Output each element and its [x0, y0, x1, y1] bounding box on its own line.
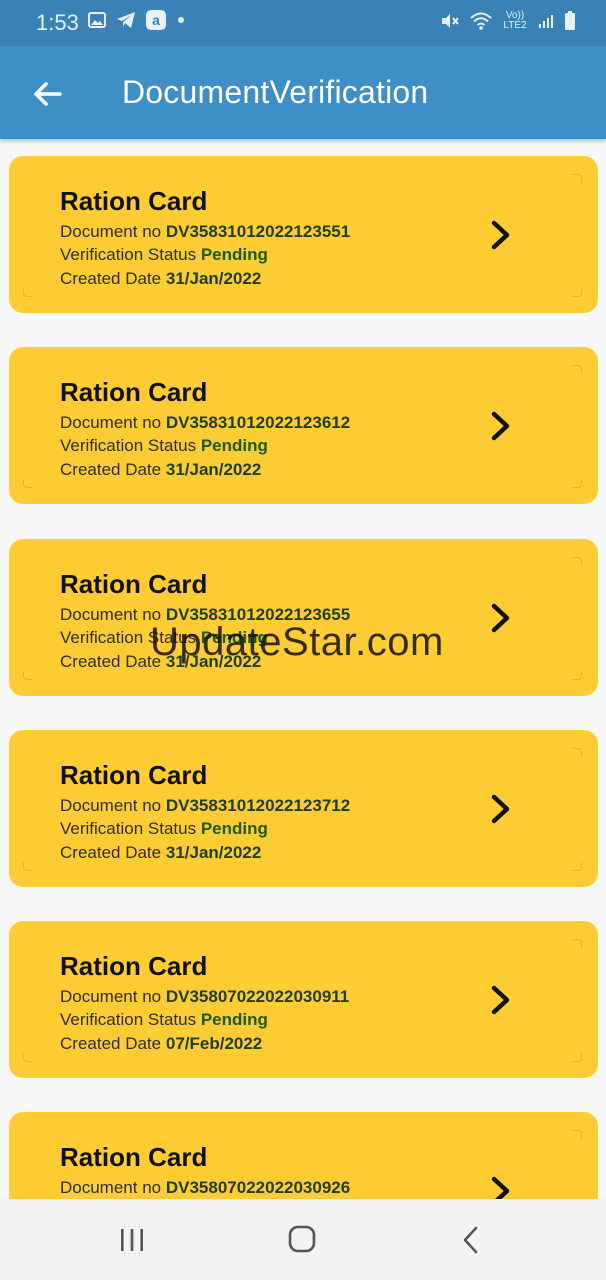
card-title: Ration Card [60, 1142, 208, 1172]
card-corner-decoration [23, 862, 32, 871]
created-date-row: Created Date 31/Jan/2022 [60, 652, 262, 671]
card-corner-decoration [573, 671, 582, 680]
verification-status-row: Verification Status Pending [60, 1010, 268, 1029]
card-title: Ration Card [60, 186, 208, 216]
svg-text:a: a [152, 12, 160, 28]
chevron-right-icon[interactable] [485, 1174, 515, 1199]
card-corner-decoration [573, 288, 582, 297]
card-corner-decoration [573, 479, 582, 488]
card-corner-decoration [23, 479, 32, 488]
document-no-value: DV35831012022123712 [165, 796, 351, 815]
verification-status-row: Verification Status Pending [60, 436, 268, 455]
status-time: 1:53 [36, 10, 79, 35]
chevron-right-icon[interactable] [485, 409, 515, 443]
card-title: Ration Card [60, 951, 208, 981]
verification-status-row: Verification Status Pending [60, 245, 268, 264]
mute-icon [442, 14, 459, 28]
app-bar: DocumentVerification [0, 46, 606, 139]
network-label: Vo)) LTE2 [503, 10, 527, 31]
a-app-icon: a [146, 10, 166, 30]
card-corner-decoration [23, 1053, 32, 1062]
chevron-right-icon[interactable] [485, 792, 515, 826]
created-date-row: Created Date 07/Feb/2022 [60, 1034, 263, 1053]
created-date-row: Created Date 31/Jan/2022 [60, 843, 262, 862]
status-value: Pending [200, 628, 268, 647]
image-icon [88, 12, 106, 28]
document-card[interactable]: Ration Card Document no DV35831012022123… [9, 539, 598, 696]
card-corner-decoration [573, 1130, 582, 1139]
card-corner-decoration [573, 557, 582, 566]
card-corner-decoration [573, 365, 582, 374]
card-corner-decoration [23, 671, 32, 680]
back-icon[interactable] [452, 1223, 492, 1257]
document-no-value: DV35831012022123655 [165, 605, 351, 624]
status-right-icons: Vo)) LTE2 [440, 11, 576, 31]
card-title: Ration Card [60, 569, 208, 599]
battery-icon [565, 11, 575, 30]
status-value: Pending [200, 1010, 268, 1029]
card-corner-decoration [573, 748, 582, 757]
home-icon[interactable] [282, 1223, 322, 1257]
document-no-value: DV35807022022030911 [165, 987, 350, 1006]
verification-status-row: Verification Status Pending [60, 819, 268, 838]
card-title: Ration Card [60, 377, 208, 407]
verification-status-row: Verification Status Pending [60, 628, 268, 647]
status-bar: 1:53 a Vo)) LTE2 [0, 0, 606, 46]
document-card[interactable]: Ration Card Document no DV35807022022030… [9, 921, 598, 1078]
document-no-row: Document no DV35807022022030911 [60, 987, 350, 1006]
document-no-value: DV35831012022123551 [165, 222, 351, 241]
document-list: Ration Card Document no DV35831012022123… [0, 139, 606, 1199]
card-corner-decoration [573, 174, 582, 183]
document-card[interactable]: Ration Card Document no DV35831012022123… [9, 730, 598, 887]
telegram-icon [117, 12, 135, 28]
status-value: Pending [200, 245, 268, 264]
document-no-row: Document no DV35807022022030926 [60, 1178, 351, 1197]
status-value: Pending [200, 436, 268, 455]
created-date-row: Created Date 31/Jan/2022 [60, 269, 262, 288]
wifi-icon [470, 12, 492, 30]
card-corner-decoration [573, 1053, 582, 1062]
page-title: DocumentVerification [122, 74, 429, 110]
arrow-left-icon[interactable] [26, 72, 70, 116]
navigation-bar [0, 1199, 606, 1280]
card-title: Ration Card [60, 760, 208, 790]
chevron-right-icon[interactable] [485, 601, 515, 635]
card-corner-decoration [23, 288, 32, 297]
status-left-icons: a [88, 10, 186, 30]
status-value: Pending [200, 819, 268, 838]
recent-apps-icon[interactable] [112, 1223, 152, 1257]
created-date-value: 31/Jan/2022 [165, 843, 262, 862]
document-no-value: DV35831012022123612 [165, 413, 351, 432]
document-card[interactable]: Ration Card Document no DV35807022022030… [9, 1112, 598, 1199]
dot-icon [178, 17, 184, 23]
document-no-row: Document no DV35831012022123612 [60, 413, 351, 432]
created-date-value: 31/Jan/2022 [165, 652, 262, 671]
chevron-right-icon[interactable] [485, 983, 515, 1017]
document-card[interactable]: Ration Card Document no DV35831012022123… [9, 347, 598, 504]
document-no-row: Document no DV35831012022123551 [60, 222, 351, 241]
created-date-value: 31/Jan/2022 [165, 269, 262, 288]
created-date-row: Created Date 31/Jan/2022 [60, 460, 262, 479]
document-card[interactable]: Ration Card Document no DV35831012022123… [9, 156, 598, 313]
document-no-value: DV35807022022030926 [165, 1178, 351, 1197]
document-no-row: Document no DV35831012022123712 [60, 796, 351, 815]
created-date-value: 31/Jan/2022 [165, 460, 262, 479]
document-no-row: Document no DV35831012022123655 [60, 605, 351, 624]
created-date-value: 07/Feb/2022 [165, 1034, 263, 1053]
chevron-right-icon[interactable] [485, 218, 515, 252]
signal-icon [539, 15, 553, 28]
card-corner-decoration [573, 939, 582, 948]
card-corner-decoration [573, 862, 582, 871]
